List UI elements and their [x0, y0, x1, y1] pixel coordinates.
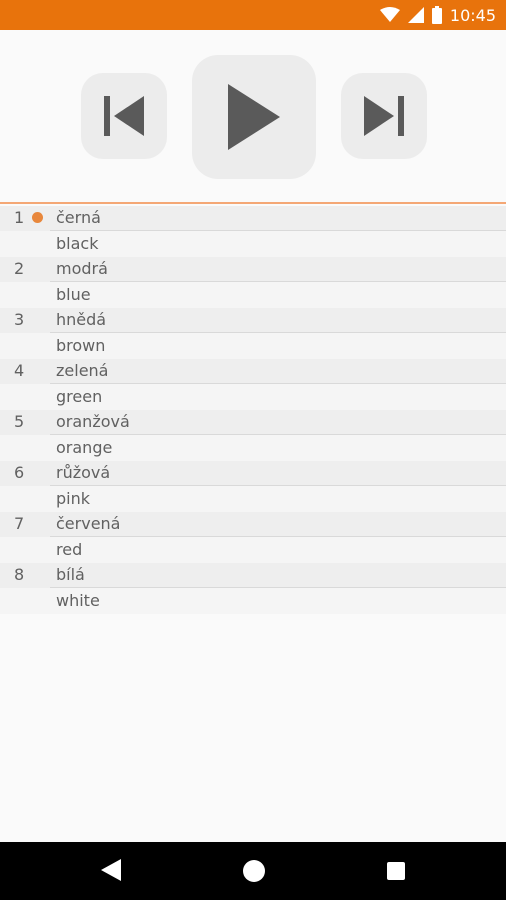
item-translation: green [56, 387, 103, 406]
list-item[interactable]: 5 oranžová orange [0, 410, 506, 461]
status-time: 10:45 [449, 5, 496, 25]
signal-icon [407, 7, 424, 23]
player-divider [0, 202, 506, 204]
item-translation: pink [56, 489, 91, 508]
list-item[interactable]: 4 zelená green [0, 359, 506, 410]
item-word: hnědá [56, 310, 107, 329]
skip-next-button[interactable] [341, 73, 427, 159]
list-item[interactable]: 7 červená red [0, 512, 506, 563]
home-icon[interactable] [243, 860, 265, 882]
skip-previous-button[interactable] [81, 73, 167, 159]
current-indicator-dot [32, 212, 43, 223]
skip-next-icon [364, 96, 404, 136]
item-translation: white [56, 591, 100, 610]
item-word: zelená [56, 361, 109, 380]
list-item[interactable]: 6 růžová pink [0, 461, 506, 512]
item-number: 7 [14, 514, 25, 533]
play-icon [228, 84, 280, 150]
item-number: 6 [14, 463, 25, 482]
list-item[interactable]: 3 hnědá brown [0, 308, 506, 359]
back-icon[interactable] [101, 859, 121, 881]
list-item[interactable]: 1 černá black [0, 206, 506, 257]
item-number: 2 [14, 259, 25, 278]
item-translation: brown [56, 336, 106, 355]
wifi-icon [379, 7, 400, 22]
item-word: růžová [56, 463, 111, 482]
item-translation: blue [56, 285, 91, 304]
item-number: 1 [14, 208, 25, 227]
item-translation: black [56, 234, 99, 253]
item-word: černá [56, 208, 101, 227]
playlist: 1 černá black 2 modrá blue 3 hnědá brown… [0, 206, 506, 614]
item-number: 8 [14, 565, 25, 584]
item-word: modrá [56, 259, 108, 278]
item-word: oranžová [56, 412, 130, 431]
item-translation: orange [56, 438, 113, 457]
list-item[interactable]: 8 bílá white [0, 563, 506, 614]
item-number: 5 [14, 412, 25, 431]
status-bar: 10:45 [0, 0, 506, 30]
status-icons: 10:45 [379, 0, 496, 30]
play-button[interactable] [192, 55, 316, 179]
item-word: bílá [56, 565, 85, 584]
navigation-bar [0, 842, 506, 900]
recents-icon[interactable] [387, 862, 405, 880]
player-controls [0, 30, 506, 202]
item-word: červená [56, 514, 121, 533]
list-item[interactable]: 2 modrá blue [0, 257, 506, 308]
item-number: 3 [14, 310, 25, 329]
item-number: 4 [14, 361, 25, 380]
skip-previous-icon [104, 96, 144, 136]
battery-icon [431, 6, 442, 24]
item-translation: red [56, 540, 83, 559]
